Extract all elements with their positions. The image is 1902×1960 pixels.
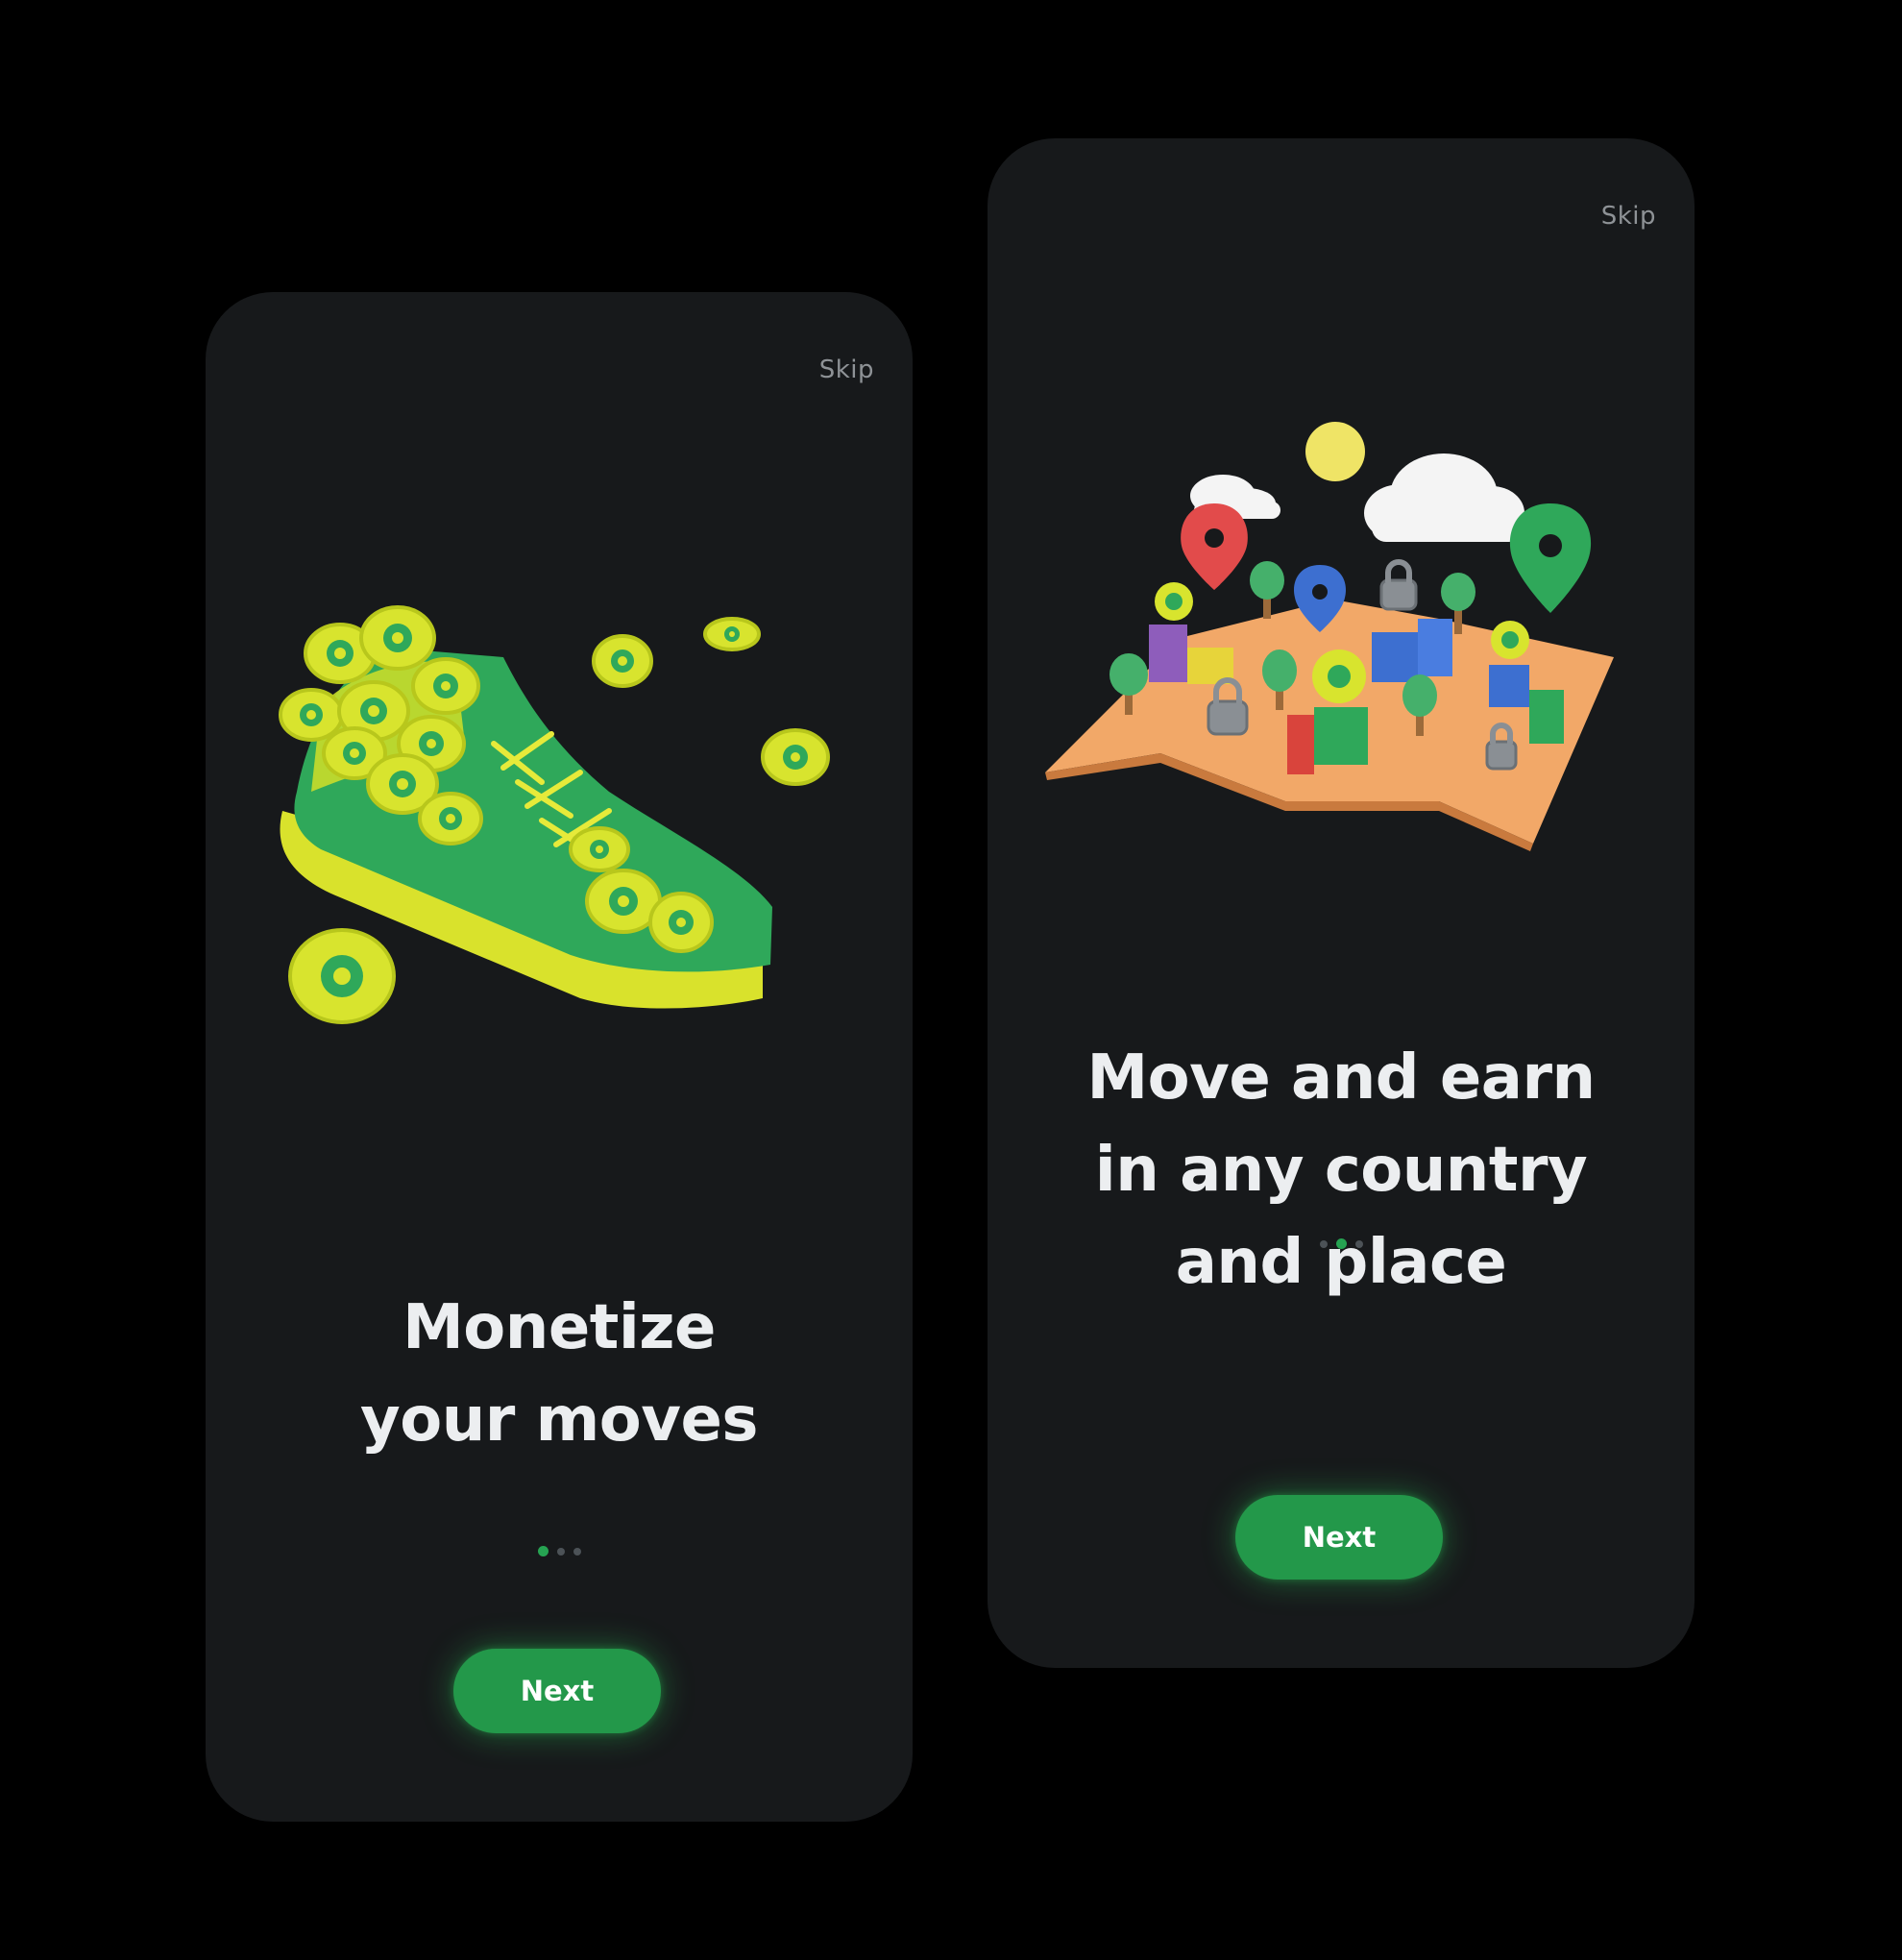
sneaker-coins-illustration: [279, 605, 830, 1024]
onboarding-screen-1: Skip Monetize your moves Next: [206, 292, 913, 1822]
onboarding-screen-2: Skip Move and earn in any country and pl…: [988, 138, 1695, 1668]
headline-line-2: in any country: [1094, 1135, 1588, 1206]
pagination-dots: [206, 1546, 913, 1556]
pagination-dot: [556, 1547, 565, 1556]
pagination-dot-active: [537, 1546, 549, 1556]
pagination-dot: [1354, 1239, 1363, 1248]
map-pins-illustration: [1045, 422, 1614, 851]
headline-line-3: and place: [1175, 1227, 1507, 1298]
pagination-dots: [988, 1238, 1695, 1249]
headline-line-2: your moves: [360, 1384, 758, 1456]
sun-icon: [1305, 422, 1365, 481]
headline: Move and earn in any country and place: [988, 1032, 1695, 1309]
headline-line-1: Move and earn: [1086, 1042, 1596, 1114]
next-button[interactable]: Next: [1235, 1495, 1443, 1580]
headline: Monetize your moves: [206, 1282, 913, 1466]
pagination-dot: [573, 1547, 581, 1556]
pagination-dot-active: [1335, 1238, 1347, 1249]
pagination-dot: [1319, 1239, 1328, 1248]
headline-line-1: Monetize: [402, 1292, 716, 1363]
next-button[interactable]: Next: [453, 1649, 661, 1733]
